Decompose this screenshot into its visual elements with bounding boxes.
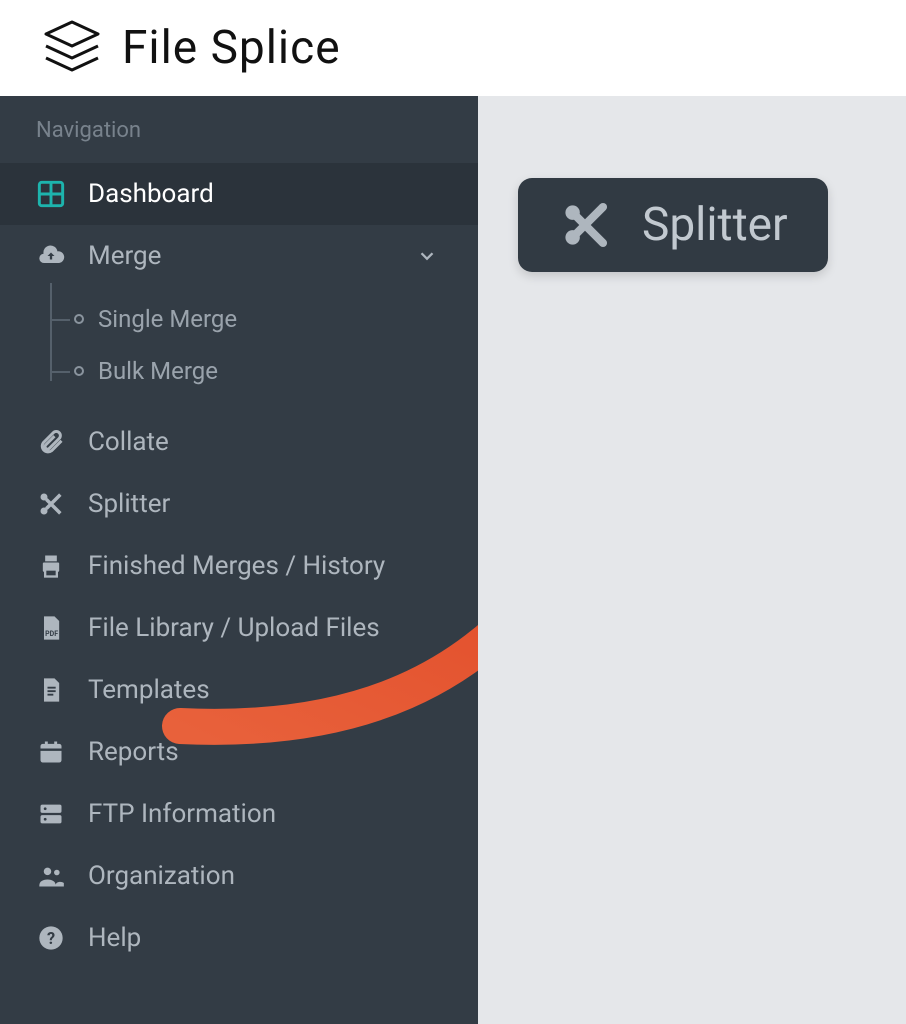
sidebar-subitem-single-merge[interactable]: Single Merge bbox=[74, 293, 478, 345]
sidebar-subitem-label: Bulk Merge bbox=[98, 357, 218, 385]
sidebar-subitem-label: Single Merge bbox=[98, 305, 237, 333]
sidebar-item-label: Dashboard bbox=[88, 179, 214, 209]
paperclip-icon bbox=[36, 427, 66, 457]
sidebar-item-dashboard[interactable]: Dashboard bbox=[0, 163, 478, 225]
sidebar-subitem-bulk-merge[interactable]: Bulk Merge bbox=[74, 345, 478, 397]
sidebar-item-label: Help bbox=[88, 923, 141, 953]
sidebar-item-ftp[interactable]: FTP Information bbox=[0, 783, 478, 845]
scissors-icon bbox=[558, 198, 612, 252]
brand-name: File Splice bbox=[122, 21, 341, 75]
scissors-icon bbox=[36, 489, 66, 519]
file-pdf-icon: PDF bbox=[36, 613, 66, 643]
main-content: Splitter bbox=[478, 96, 906, 1024]
printer-icon bbox=[36, 551, 66, 581]
nav-section-label: Navigation bbox=[0, 118, 478, 163]
sidebar-item-file-library[interactable]: PDF File Library / Upload Files bbox=[0, 597, 478, 659]
grid-icon bbox=[36, 179, 66, 209]
sidebar-item-label: Merge bbox=[88, 241, 161, 271]
sidebar-item-merge[interactable]: Merge bbox=[0, 225, 478, 287]
app-header: File Splice bbox=[0, 0, 906, 96]
sidebar-submenu-merge: Single Merge Bulk Merge bbox=[0, 287, 478, 411]
bullet-icon bbox=[74, 314, 84, 324]
sidebar-item-history[interactable]: Finished Merges / History bbox=[0, 535, 478, 597]
sidebar-item-help[interactable]: ? Help bbox=[0, 907, 478, 969]
sidebar-item-label: Splitter bbox=[88, 489, 170, 519]
sidebar: Navigation Dashboard Merge Single Merge bbox=[0, 96, 478, 1024]
bullet-icon bbox=[74, 366, 84, 376]
svg-text:?: ? bbox=[47, 929, 55, 948]
sidebar-item-label: Collate bbox=[88, 427, 169, 457]
sidebar-item-label: Finished Merges / History bbox=[88, 551, 385, 581]
sidebar-item-collate[interactable]: Collate bbox=[0, 411, 478, 473]
sidebar-item-organization[interactable]: Organization bbox=[0, 845, 478, 907]
chevron-down-icon bbox=[412, 241, 442, 271]
svg-text:PDF: PDF bbox=[45, 630, 58, 638]
calendar-icon bbox=[36, 737, 66, 767]
sidebar-item-label: Organization bbox=[88, 861, 235, 891]
layers-icon bbox=[40, 16, 104, 80]
splitter-callout[interactable]: Splitter bbox=[518, 178, 828, 272]
sidebar-item-label: Reports bbox=[88, 737, 179, 767]
document-icon bbox=[36, 675, 66, 705]
brand[interactable]: File Splice bbox=[40, 16, 341, 80]
callout-label: Splitter bbox=[642, 198, 788, 252]
users-icon bbox=[36, 861, 66, 891]
help-icon: ? bbox=[36, 923, 66, 953]
sidebar-item-label: Templates bbox=[88, 675, 210, 705]
server-icon bbox=[36, 799, 66, 829]
sidebar-item-templates[interactable]: Templates bbox=[0, 659, 478, 721]
sidebar-item-label: FTP Information bbox=[88, 799, 276, 829]
cloud-upload-icon bbox=[36, 241, 66, 271]
sidebar-item-reports[interactable]: Reports bbox=[0, 721, 478, 783]
sidebar-item-label: File Library / Upload Files bbox=[88, 613, 380, 643]
sidebar-item-splitter[interactable]: Splitter bbox=[0, 473, 478, 535]
